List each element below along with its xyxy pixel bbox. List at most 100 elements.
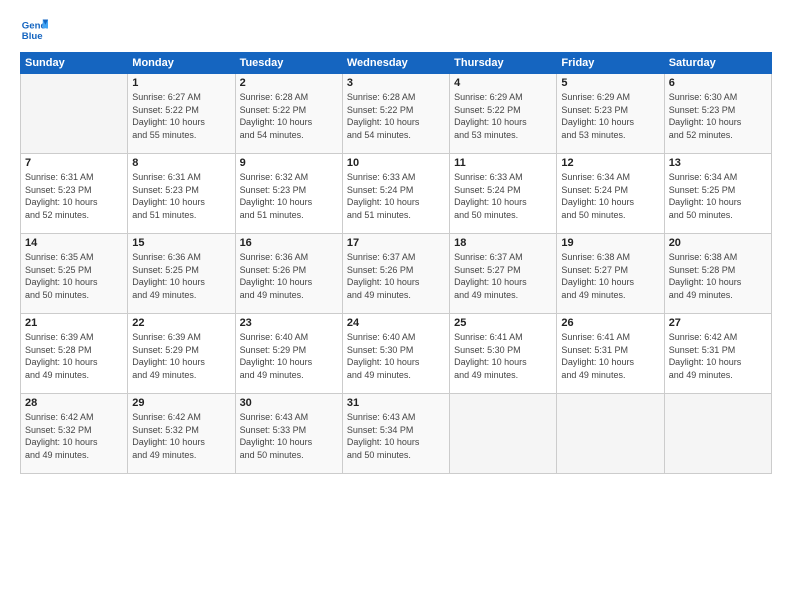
cell-0-3: 3 Sunrise: 6:28 AM Sunset: 5:22 PM Daylig… [342,74,449,154]
cell-info: Sunrise: 6:36 AM Sunset: 5:26 PM Dayligh… [240,251,338,301]
day-number: 29 [132,397,230,409]
cell-info: Sunrise: 6:31 AM Sunset: 5:23 PM Dayligh… [132,171,230,221]
cell-info: Sunrise: 6:40 AM Sunset: 5:29 PM Dayligh… [240,331,338,381]
cell-info: Sunrise: 6:32 AM Sunset: 5:23 PM Dayligh… [240,171,338,221]
cell-1-5: 12 Sunrise: 6:34 AM Sunset: 5:24 PM Dayli… [557,154,664,234]
day-number: 28 [25,397,123,409]
logo: General Blue [20,16,48,44]
day-number: 27 [669,317,767,329]
cell-2-5: 19 Sunrise: 6:38 AM Sunset: 5:27 PM Dayli… [557,234,664,314]
day-number: 4 [454,77,552,89]
cell-1-1: 8 Sunrise: 6:31 AM Sunset: 5:23 PM Daylig… [128,154,235,234]
cell-4-1: 29 Sunrise: 6:42 AM Sunset: 5:32 PM Dayli… [128,394,235,474]
cell-info: Sunrise: 6:27 AM Sunset: 5:22 PM Dayligh… [132,91,230,141]
day-number: 23 [240,317,338,329]
calendar-table: SundayMondayTuesdayWednesdayThursdayFrid… [20,52,772,474]
cell-1-3: 10 Sunrise: 6:33 AM Sunset: 5:24 PM Dayli… [342,154,449,234]
cell-info: Sunrise: 6:37 AM Sunset: 5:27 PM Dayligh… [454,251,552,301]
cell-3-5: 26 Sunrise: 6:41 AM Sunset: 5:31 PM Dayli… [557,314,664,394]
day-number: 18 [454,237,552,249]
svg-text:Blue: Blue [22,31,43,42]
day-number: 13 [669,157,767,169]
week-row-2: 14 Sunrise: 6:35 AM Sunset: 5:25 PM Dayli… [21,234,772,314]
cell-4-2: 30Sunrise: 6:43 AM Sunset: 5:33 PM Dayli… [235,394,342,474]
cell-3-1: 22 Sunrise: 6:39 AM Sunset: 5:29 PM Dayli… [128,314,235,394]
week-row-1: 7 Sunrise: 6:31 AM Sunset: 5:23 PM Daylig… [21,154,772,234]
day-number: 15 [132,237,230,249]
day-number: 30 [240,397,338,409]
day-number: 12 [561,157,659,169]
cell-2-6: 20Sunrise: 6:38 AM Sunset: 5:28 PM Dayli… [664,234,771,314]
day-number: 16 [240,237,338,249]
day-number: 2 [240,77,338,89]
col-header-friday: Friday [557,53,664,74]
cell-2-4: 18 Sunrise: 6:37 AM Sunset: 5:27 PM Dayli… [450,234,557,314]
logo-icon: General Blue [20,16,48,44]
cell-info: Sunrise: 6:31 AM Sunset: 5:23 PM Dayligh… [25,171,123,221]
day-number: 31 [347,397,445,409]
cell-4-6 [664,394,771,474]
cell-1-0: 7 Sunrise: 6:31 AM Sunset: 5:23 PM Daylig… [21,154,128,234]
cell-0-5: 5Sunrise: 6:29 AM Sunset: 5:23 PM Daylig… [557,74,664,154]
day-number: 22 [132,317,230,329]
col-header-sunday: Sunday [21,53,128,74]
day-number: 26 [561,317,659,329]
cell-info: Sunrise: 6:41 AM Sunset: 5:31 PM Dayligh… [561,331,659,381]
cell-info: Sunrise: 6:28 AM Sunset: 5:22 PM Dayligh… [240,91,338,141]
cell-info: Sunrise: 6:36 AM Sunset: 5:25 PM Dayligh… [132,251,230,301]
day-number: 6 [669,77,767,89]
cell-info: Sunrise: 6:38 AM Sunset: 5:27 PM Dayligh… [561,251,659,301]
day-number: 10 [347,157,445,169]
cell-3-2: 23 Sunrise: 6:40 AM Sunset: 5:29 PM Dayli… [235,314,342,394]
cell-info: Sunrise: 6:37 AM Sunset: 5:26 PM Dayligh… [347,251,445,301]
cell-info: Sunrise: 6:35 AM Sunset: 5:25 PM Dayligh… [25,251,123,301]
cell-info: Sunrise: 6:42 AM Sunset: 5:32 PM Dayligh… [25,411,123,461]
cell-info: Sunrise: 6:34 AM Sunset: 5:24 PM Dayligh… [561,171,659,221]
column-headers: SundayMondayTuesdayWednesdayThursdayFrid… [21,53,772,74]
cell-2-2: 16 Sunrise: 6:36 AM Sunset: 5:26 PM Dayli… [235,234,342,314]
col-header-thursday: Thursday [450,53,557,74]
day-number: 24 [347,317,445,329]
day-number: 17 [347,237,445,249]
day-number: 14 [25,237,123,249]
cell-3-0: 21Sunrise: 6:39 AM Sunset: 5:28 PM Dayli… [21,314,128,394]
col-header-monday: Monday [128,53,235,74]
cell-0-1: 1 Sunrise: 6:27 AM Sunset: 5:22 PM Daylig… [128,74,235,154]
day-number: 5 [561,77,659,89]
cell-info: Sunrise: 6:29 AM Sunset: 5:22 PM Dayligh… [454,91,552,141]
week-row-4: 28 Sunrise: 6:42 AM Sunset: 5:32 PM Dayli… [21,394,772,474]
cell-info: Sunrise: 6:33 AM Sunset: 5:24 PM Dayligh… [347,171,445,221]
cell-info: Sunrise: 6:40 AM Sunset: 5:30 PM Dayligh… [347,331,445,381]
cell-info: Sunrise: 6:33 AM Sunset: 5:24 PM Dayligh… [454,171,552,221]
week-row-3: 21Sunrise: 6:39 AM Sunset: 5:28 PM Dayli… [21,314,772,394]
cell-1-2: 9Sunrise: 6:32 AM Sunset: 5:23 PM Daylig… [235,154,342,234]
cell-1-6: 13 Sunrise: 6:34 AM Sunset: 5:25 PM Dayli… [664,154,771,234]
cell-3-3: 24 Sunrise: 6:40 AM Sunset: 5:30 PM Dayli… [342,314,449,394]
cell-info: Sunrise: 6:39 AM Sunset: 5:29 PM Dayligh… [132,331,230,381]
day-number: 1 [132,77,230,89]
cell-1-4: 11 Sunrise: 6:33 AM Sunset: 5:24 PM Dayli… [450,154,557,234]
cell-4-0: 28 Sunrise: 6:42 AM Sunset: 5:32 PM Dayli… [21,394,128,474]
day-number: 7 [25,157,123,169]
cell-info: Sunrise: 6:42 AM Sunset: 5:32 PM Dayligh… [132,411,230,461]
cell-3-4: 25Sunrise: 6:41 AM Sunset: 5:30 PM Dayli… [450,314,557,394]
day-number: 8 [132,157,230,169]
day-number: 11 [454,157,552,169]
day-number: 3 [347,77,445,89]
day-number: 19 [561,237,659,249]
cell-info: Sunrise: 6:30 AM Sunset: 5:23 PM Dayligh… [669,91,767,141]
cell-2-0: 14 Sunrise: 6:35 AM Sunset: 5:25 PM Dayli… [21,234,128,314]
cell-0-4: 4 Sunrise: 6:29 AM Sunset: 5:22 PM Daylig… [450,74,557,154]
cell-0-6: 6 Sunrise: 6:30 AM Sunset: 5:23 PM Daylig… [664,74,771,154]
cell-info: Sunrise: 6:38 AM Sunset: 5:28 PM Dayligh… [669,251,767,301]
col-header-tuesday: Tuesday [235,53,342,74]
cell-0-0 [21,74,128,154]
cell-info: Sunrise: 6:43 AM Sunset: 5:34 PM Dayligh… [347,411,445,461]
cell-info: Sunrise: 6:39 AM Sunset: 5:28 PM Dayligh… [25,331,123,381]
week-row-0: 1 Sunrise: 6:27 AM Sunset: 5:22 PM Daylig… [21,74,772,154]
cell-info: Sunrise: 6:34 AM Sunset: 5:25 PM Dayligh… [669,171,767,221]
cell-0-2: 2 Sunrise: 6:28 AM Sunset: 5:22 PM Daylig… [235,74,342,154]
cell-info: Sunrise: 6:28 AM Sunset: 5:22 PM Dayligh… [347,91,445,141]
cell-3-6: 27Sunrise: 6:42 AM Sunset: 5:31 PM Dayli… [664,314,771,394]
cell-2-3: 17 Sunrise: 6:37 AM Sunset: 5:26 PM Dayli… [342,234,449,314]
